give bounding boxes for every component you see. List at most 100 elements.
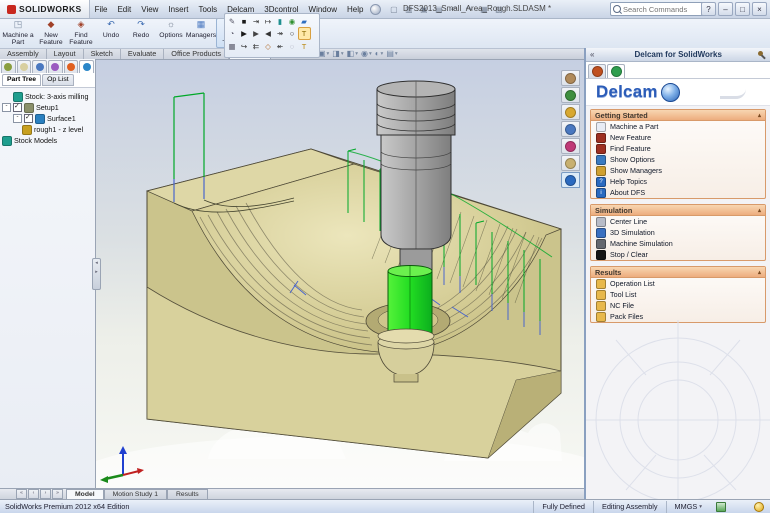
last-sheet-icon[interactable]: » — [52, 489, 63, 499]
menu-item[interactable]: Edit — [112, 1, 136, 18]
task-pane-command[interactable]: Show Managers — [591, 165, 765, 176]
restore-button[interactable]: □ — [735, 2, 750, 16]
view-tool[interactable]: ◉ ▾ — [361, 49, 372, 58]
edit-pencil-icon[interactable]: ✎ — [227, 16, 238, 27]
show-tool-icon[interactable]: T — [298, 27, 311, 40]
task-pane-tab[interactable] — [561, 172, 580, 188]
task-pane-tab[interactable] — [561, 155, 580, 171]
task-pane-inner-tab[interactable] — [588, 64, 606, 78]
checkbox[interactable] — [24, 114, 33, 123]
task-pane-tab[interactable] — [561, 70, 580, 86]
collapse-panel-icon[interactable]: « — [586, 50, 598, 59]
view-tool[interactable]: ◧ ▾ — [347, 49, 358, 58]
tree-subtab[interactable]: Op List — [42, 74, 74, 86]
tree-tab[interactable] — [1, 60, 16, 73]
view-tool[interactable]: ◐ ▾ — [375, 49, 384, 58]
minimize-button[interactable]: – — [718, 2, 733, 16]
tag-indicator-icon[interactable] — [716, 502, 726, 512]
tool-shank-icon[interactable]: T — [299, 41, 310, 52]
help-indicator-icon[interactable] — [754, 502, 764, 512]
view-tool[interactable]: ◨ ▾ — [332, 49, 343, 58]
grid-icon[interactable]: ▦ — [227, 41, 238, 52]
part-model[interactable] — [147, 149, 561, 458]
task-pane-tab[interactable] — [561, 121, 580, 137]
checkbox[interactable] — [13, 103, 22, 112]
tree-node[interactable]: - Surface1 — [2, 113, 95, 124]
pin-icon[interactable] — [758, 51, 766, 59]
new-document-icon[interactable]: ▢ — [387, 3, 400, 16]
fast-forward-icon[interactable]: ↠ — [275, 28, 286, 39]
close-button[interactable]: × — [752, 2, 767, 16]
collapse-section-icon[interactable]: ▴ — [758, 269, 761, 276]
task-pane-command[interactable]: i About DFS — [591, 187, 765, 198]
menu-item[interactable]: Insert — [163, 1, 193, 18]
commandmanager-tab[interactable]: Office Products — [164, 49, 229, 59]
globe-icon[interactable]: ◉ — [287, 16, 298, 27]
view-tool[interactable]: ▤ ▾ — [386, 49, 397, 58]
tree-node[interactable]: Stock: 3-axis milling — [2, 91, 95, 102]
menu-pin-icon[interactable] — [370, 4, 381, 15]
commandmanager-tab[interactable]: Assembly — [0, 49, 47, 59]
play-speed-icon[interactable]: ▶ — [251, 28, 262, 39]
simulation-header[interactable]: Simulation ▴ — [591, 205, 765, 216]
ghost-tool-icon[interactable]: ◌ — [287, 41, 298, 52]
help-button[interactable]: ? — [701, 2, 716, 16]
tree-tab[interactable] — [17, 60, 32, 73]
panel-splitter[interactable]: ◂▸ — [92, 258, 101, 290]
expander-icon[interactable]: - — [13, 114, 22, 123]
task-pane-command[interactable]: New Feature — [591, 132, 765, 143]
find-feature-button[interactable]: ◈ Find Feature — [66, 18, 96, 48]
new-feature-button[interactable]: ◆ New Feature — [36, 18, 66, 48]
undo-button[interactable]: ↶ Undo — [96, 18, 126, 48]
stop-icon[interactable]: ■ — [239, 16, 250, 27]
menu-item[interactable]: Tools — [193, 1, 222, 18]
step-back-icon[interactable]: ◀ — [263, 28, 274, 39]
task-pane-command[interactable]: NC File — [591, 300, 765, 311]
expander-icon[interactable]: - — [2, 103, 11, 112]
view-circle-icon[interactable]: ◔ — [227, 28, 238, 39]
results-header[interactable]: Results ▴ — [591, 267, 765, 278]
tree-node[interactable]: rough1 - z level — [2, 124, 95, 135]
tree-node[interactable]: Stock Models — [2, 135, 95, 146]
managers-button[interactable]: ▦ Managers — [186, 18, 216, 48]
task-pane-tab[interactable] — [561, 87, 580, 103]
menu-item[interactable]: File — [90, 1, 113, 18]
task-pane-tab[interactable] — [561, 104, 580, 120]
task-pane-command[interactable]: 3D Simulation — [591, 227, 765, 238]
task-pane-command[interactable]: Center Line — [591, 216, 765, 227]
clear-icon[interactable]: ◇ — [263, 41, 274, 52]
task-pane-tab[interactable] — [561, 138, 580, 154]
record-icon[interactable]: ○ — [287, 28, 298, 39]
task-pane-command[interactable]: Operation List — [591, 278, 765, 289]
task-pane-command[interactable]: Machine Simulation — [591, 238, 765, 249]
collapse-section-icon[interactable]: ▴ — [758, 207, 761, 214]
tree-tab[interactable] — [64, 60, 79, 73]
task-pane-command[interactable]: Find Feature — [591, 143, 765, 154]
tool-axis-icon[interactable]: ▮ — [275, 16, 286, 27]
tree-tab[interactable] — [79, 60, 94, 73]
graphics-area[interactable] — [96, 59, 584, 489]
tree-tab[interactable] — [32, 60, 47, 73]
commandmanager-tab[interactable]: Evaluate — [121, 49, 164, 59]
task-pane-inner-tab[interactable] — [607, 64, 625, 78]
task-pane-command[interactable]: Show Options — [591, 154, 765, 165]
stock-display-icon[interactable]: ▰ — [299, 16, 310, 27]
menu-item[interactable]: Help — [342, 1, 368, 18]
options-button[interactable]: ☼ Options — [156, 18, 186, 48]
tree-tab[interactable] — [48, 60, 63, 73]
task-pane-command[interactable]: Machine a Part — [591, 121, 765, 132]
prev-sheet-icon[interactable]: ‹ — [28, 489, 39, 499]
task-pane-command[interactable]: Tool List — [591, 289, 765, 300]
task-pane-command[interactable]: ? Help Topics — [591, 176, 765, 187]
machine-a-part-button[interactable]: ◳ Machine a Part — [0, 18, 36, 48]
tree-subtab[interactable]: Part Tree — [2, 74, 41, 86]
getting-started-header[interactable]: Getting Started ▴ — [591, 110, 765, 121]
play-icon[interactable]: ▶ — [239, 28, 250, 39]
run-to-end-icon[interactable]: ⇥ — [251, 16, 262, 27]
commandmanager-tab[interactable]: Sketch — [84, 49, 121, 59]
task-pane-command[interactable]: Pack Files — [591, 311, 765, 322]
menu-item[interactable]: View — [136, 1, 163, 18]
collapse-section-icon[interactable]: ▴ — [758, 112, 761, 119]
first-sheet-icon[interactable]: « — [16, 489, 27, 499]
tree-node[interactable]: - Setup1 — [2, 102, 95, 113]
